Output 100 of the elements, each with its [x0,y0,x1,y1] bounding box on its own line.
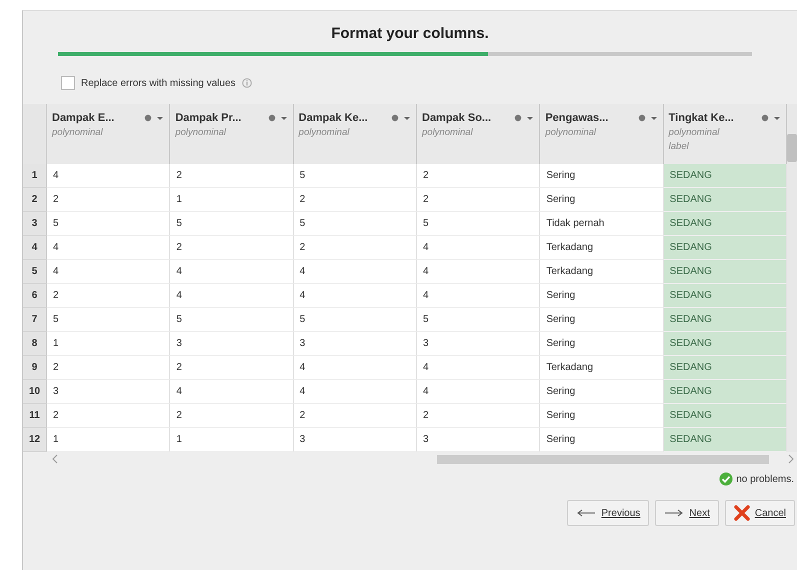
row-number: 9 [23,356,47,380]
column-role: label [668,141,689,152]
arrow-left-icon [576,509,596,517]
info-icon[interactable] [242,78,252,88]
table-cell: 4 [294,356,417,380]
cross-icon [734,505,750,521]
status-text: no problems. [736,474,794,484]
table-cell: 2 [170,356,294,380]
column-type: polynominal [175,127,226,138]
table-cell: 2 [417,404,540,428]
row-number: 7 [23,308,47,332]
column-name: Tingkat Ke... [668,112,735,124]
table-cell: Sering [540,164,664,188]
table-cell: 5 [170,212,294,236]
table-cell: SEDANG [664,332,787,356]
table-cell: 2 [170,164,294,188]
table-cell: 2 [47,404,170,428]
table-cell: SEDANG [664,260,787,284]
table-cell: 2 [47,284,170,308]
caret-icon[interactable] [773,114,781,122]
table-cell: SEDANG [664,212,787,236]
caret-icon[interactable] [403,114,411,122]
column-name: Dampak E... [52,112,116,124]
row-number: 6 [23,284,47,308]
column-header[interactable]: Tingkat Ke... polynominal label [664,104,787,164]
column-type: polynominal [668,127,720,138]
table-cell: 5 [170,308,294,332]
table-cell: 4 [417,356,540,380]
table-cell: 4 [170,284,294,308]
table-cell: Sering [540,404,664,428]
row-number: 1 [23,164,47,188]
vertical-scrollbar[interactable] [787,104,797,452]
column-name: Dampak So... [422,112,492,124]
table-cell: 4 [294,284,417,308]
wizard-title: Format your columns. [331,25,489,42]
caret-icon[interactable] [650,114,658,122]
column-header[interactable]: Dampak Ke... polynominal [294,104,417,164]
table-cell: 1 [170,428,294,452]
table-cell: 2 [294,404,417,428]
table-cell: SEDANG [664,284,787,308]
column-header[interactable]: Dampak Pr... polynominal [170,104,294,164]
caret-icon[interactable] [156,114,164,122]
table-cell: SEDANG [664,236,787,260]
table-cell: 4 [47,260,170,284]
table-cell: 5 [47,212,170,236]
previous-button[interactable]: Previous [567,500,650,526]
table-cell: 5 [417,308,540,332]
table-cell: 3 [294,332,417,356]
table-cell: Sering [540,332,664,356]
arrow-right-icon [664,509,684,517]
checkbox[interactable] [61,76,75,90]
column-type: polynominal [52,127,103,138]
scroll-left-icon[interactable] [51,454,59,464]
table-cell: Sering [540,284,664,308]
column-type: polynominal [298,127,350,138]
table-cell: Sering [540,188,664,212]
table-cell: 2 [417,164,540,188]
table-cell: 4 [47,236,170,260]
table-cell: 2 [170,236,294,260]
column-header[interactable]: Dampak E... polynominal [47,104,170,164]
column-type: polynominal [422,127,473,138]
table-cell: 4 [294,260,417,284]
table-cell: 4 [170,380,294,404]
table-cell: SEDANG [664,188,787,212]
column-name: Pengawas... [545,112,610,124]
row-number: 3 [23,212,47,236]
table-cell: 1 [47,428,170,452]
table-cell: SEDANG [664,164,787,188]
table-cell: 5 [47,308,170,332]
row-number: 10 [23,380,47,404]
table-cell: 4 [417,236,540,260]
table-cell: Tidak pernah [540,212,664,236]
column-header[interactable]: Pengawas... polynominal [540,104,664,164]
table-cell: Sering [540,380,664,404]
table-cell: 3 [170,332,294,356]
table-cell: SEDANG [664,308,787,332]
row-number: 5 [23,260,47,284]
cancel-button[interactable]: Cancel [724,500,795,526]
table-cell: 3 [417,428,540,452]
table-cell: SEDANG [664,356,787,380]
table-cell: 4 [47,164,170,188]
table-cell: Sering [540,308,664,332]
scroll-right-icon[interactable] [787,454,795,464]
table-cell: 1 [170,188,294,212]
table-cell: 4 [170,260,294,284]
caret-icon[interactable] [280,114,288,122]
column-type: polynominal [545,127,596,138]
row-number: 11 [23,404,47,428]
table-cell: 2 [170,404,294,428]
caret-icon[interactable] [526,114,534,122]
table-cell: 4 [417,284,540,308]
next-button[interactable]: Next [655,500,719,526]
table-cell: 3 [417,332,540,356]
table-cell: Terkadang [540,356,664,380]
checkbox-label[interactable]: Replace errors with missing values [81,78,236,88]
table-cell: 2 [47,356,170,380]
table-cell: 4 [417,260,540,284]
column-header[interactable]: Dampak So... polynominal [417,104,540,164]
table-cell: 3 [294,428,417,452]
table-cell: 2 [294,236,417,260]
